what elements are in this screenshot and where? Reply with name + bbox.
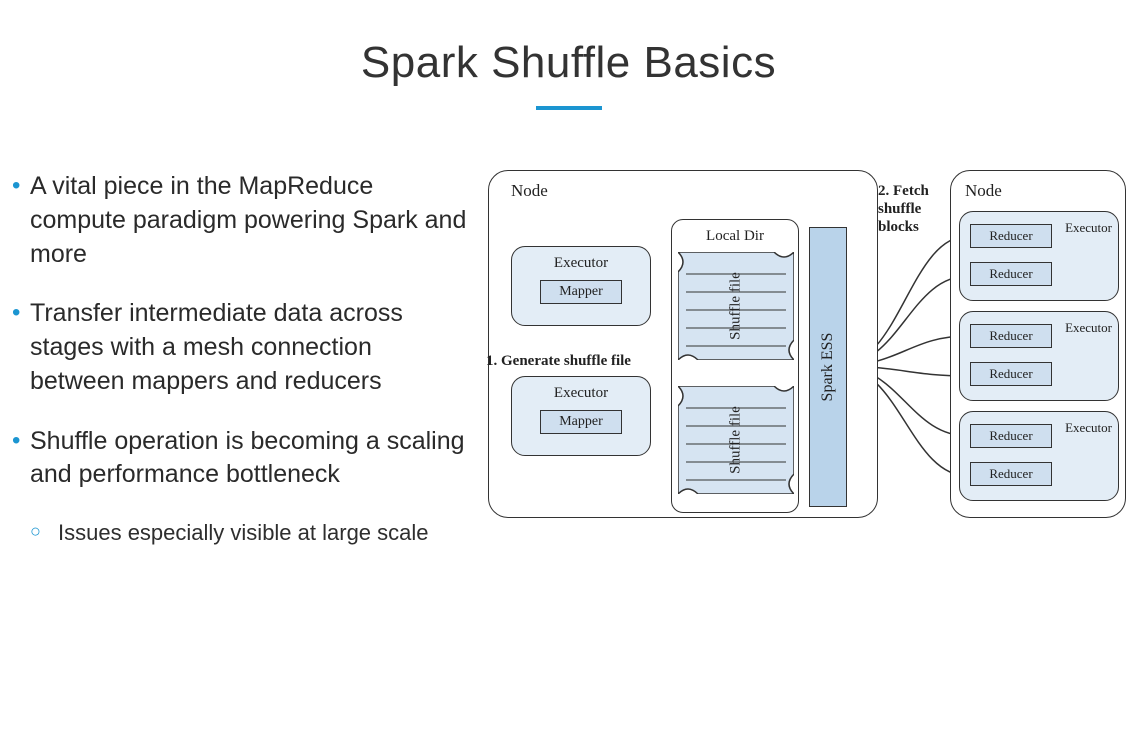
mapper-box: Mapper	[540, 410, 622, 434]
bullet-3: Shuffle operation is becoming a scaling …	[8, 425, 468, 493]
spark-ess: Spark ESS	[809, 227, 847, 507]
reducer-box: Reducer	[970, 224, 1052, 248]
bullet-1: A vital piece in the MapReduce compute p…	[8, 170, 468, 271]
sub-bullet-1: Issues especially visible at large scale	[8, 518, 468, 548]
local-dir-label: Local Dir	[672, 228, 798, 245]
reducer-box: Reducer	[970, 362, 1052, 386]
spark-ess-label: Spark ESS	[819, 333, 837, 402]
executor-reducer-3: Executor Reducer Reducer	[959, 411, 1119, 501]
node-left-label: Node	[511, 181, 548, 201]
executor-label: Executor	[1065, 320, 1112, 336]
shuffle-file-label: Shuffle file	[728, 406, 745, 474]
executor-label: Executor	[1065, 420, 1112, 436]
shuffle-file-2: Shuffle file	[678, 386, 794, 494]
bullet-column: A vital piece in the MapReduce compute p…	[0, 170, 480, 548]
caption-generate: 1. Generate shuffle file	[486, 352, 666, 370]
executor-label: Executor	[512, 255, 650, 272]
architecture-diagram: Node Executor Mapper Executor Mapper Loc…	[480, 170, 1130, 530]
reducer-box: Reducer	[970, 424, 1052, 448]
slide-content: A vital piece in the MapReduce compute p…	[0, 170, 1137, 548]
executor-reducer-2: Executor Reducer Reducer	[959, 311, 1119, 401]
executor-mapper-1: Executor Mapper	[511, 246, 651, 326]
shuffle-file-1: Shuffle file	[678, 252, 794, 360]
reducer-box: Reducer	[970, 462, 1052, 486]
bullet-2: Transfer intermediate data across stages…	[8, 297, 468, 398]
local-dir: Local Dir Shuffle file	[671, 219, 799, 513]
executor-mapper-2: Executor Mapper	[511, 376, 651, 456]
executor-label: Executor	[512, 385, 650, 402]
reducer-box: Reducer	[970, 324, 1052, 348]
node-right: Node Executor Reducer Reducer Executor R…	[950, 170, 1126, 518]
mapper-box: Mapper	[540, 280, 622, 304]
executor-reducer-1: Executor Reducer Reducer	[959, 211, 1119, 301]
shuffle-file-label: Shuffle file	[728, 272, 745, 340]
reducer-box: Reducer	[970, 262, 1052, 286]
caption-fetch: 2. Fetch shuffle blocks	[878, 182, 954, 236]
node-left: Node Executor Mapper Executor Mapper Loc…	[488, 170, 878, 518]
executor-label: Executor	[1065, 220, 1112, 236]
title-underline	[536, 106, 602, 110]
node-right-label: Node	[965, 181, 1002, 201]
slide-title: Spark Shuffle Basics	[0, 38, 1137, 88]
